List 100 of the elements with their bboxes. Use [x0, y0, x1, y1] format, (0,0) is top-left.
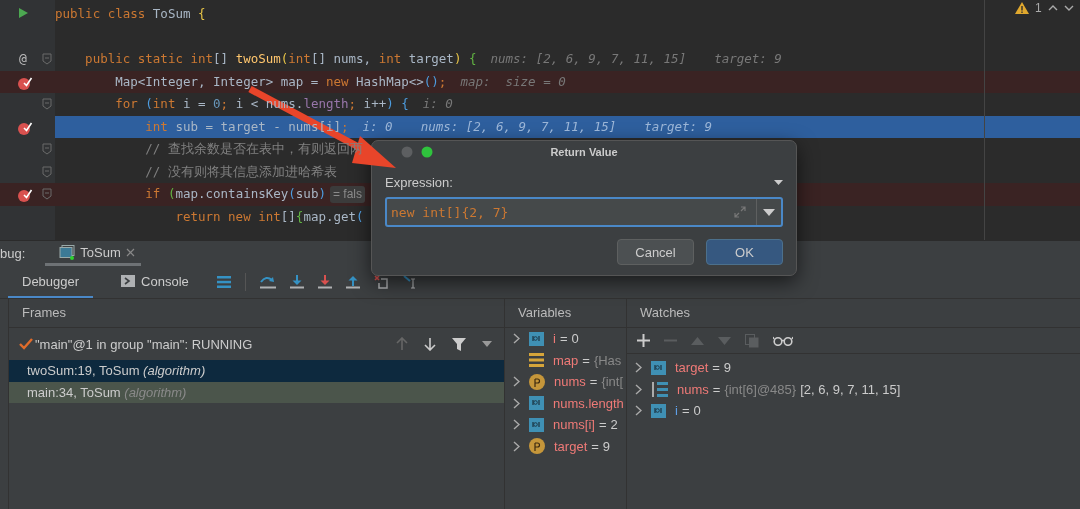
field-icon	[529, 331, 544, 346]
code-token: int	[152, 95, 177, 113]
step-over-icon[interactable]	[259, 275, 276, 289]
watch-entry[interactable]: nums = {int[6]@485} [2, 6, 9, 7, 11, 15]	[677, 381, 901, 397]
variable-entry[interactable]: nums.length	[553, 395, 624, 411]
dropdown-icon[interactable]	[763, 208, 775, 216]
session-tab[interactable]: ToSum	[45, 241, 141, 266]
code-token: HashMap<>	[356, 72, 424, 91]
add-icon[interactable]	[637, 334, 650, 347]
code-token: return new int	[174, 207, 281, 226]
list-icon	[529, 353, 544, 368]
watches-header: Watches	[627, 299, 1080, 328]
variable-entry[interactable]: nums[i] = 2	[553, 417, 618, 433]
code-token: length	[303, 95, 349, 113]
code-token: (	[167, 185, 176, 203]
expand-icon[interactable]	[635, 383, 642, 395]
drop-frame-icon[interactable]	[373, 275, 389, 289]
code-token: ;	[438, 72, 447, 91]
code-token: target	[408, 50, 454, 68]
code-token: public class	[55, 5, 147, 23]
watch-entry[interactable]: target = 9	[675, 360, 732, 376]
code-token: int	[378, 50, 403, 68]
code-token: ;	[341, 117, 349, 136]
code-token: )	[453, 50, 463, 68]
inline-value-hint: target: 9	[644, 117, 713, 136]
variable-entry[interactable]: nums = {int[	[554, 374, 624, 390]
parameter-icon	[529, 373, 545, 390]
expand-icon[interactable]	[635, 362, 642, 374]
code-token: sub	[295, 185, 319, 203]
override-marker[interactable]: @	[19, 51, 27, 66]
inline-value-hint: target: 9	[714, 50, 782, 68]
expand-icon[interactable]	[513, 333, 520, 345]
fold-icon[interactable]	[42, 188, 52, 200]
chevron-down-icon[interactable]	[1063, 4, 1074, 12]
breakpoint-icon[interactable]	[17, 187, 33, 203]
watch-entry[interactable]: i = 0	[675, 403, 701, 419]
window-icon	[59, 244, 76, 260]
code-token: int	[144, 117, 169, 136]
code-token: map.containsKey	[175, 185, 289, 203]
filter-icon[interactable]	[452, 337, 466, 351]
run-icon[interactable]	[17, 7, 29, 19]
cancel-button[interactable]: Cancel	[617, 239, 694, 265]
code-token: if	[144, 185, 162, 203]
code-token: ;	[220, 95, 230, 113]
field-icon	[529, 417, 544, 432]
code-token: map.get	[303, 207, 357, 226]
stack-frame[interactable]: twoSum:19, ToSum (algorithm)	[9, 360, 504, 382]
variable-entry[interactable]: map = {Has	[553, 352, 622, 368]
code-token: (	[288, 185, 296, 203]
code-token: {	[401, 95, 409, 113]
menu-icon[interactable]	[216, 276, 231, 288]
console-icon	[121, 275, 136, 287]
warning-count: 1	[1035, 1, 1042, 15]
warning-icon[interactable]	[1015, 2, 1029, 14]
code-token: ;	[348, 95, 358, 113]
caret-icon[interactable]	[774, 179, 783, 185]
panel-tab[interactable]: Debugger	[8, 266, 94, 298]
panel-tab[interactable]: Console	[107, 266, 203, 298]
run-to-cursor-icon[interactable]	[402, 275, 418, 289]
code-token: (	[280, 50, 289, 68]
code-token: i++	[363, 95, 387, 113]
code-token: []	[213, 50, 230, 68]
zoom-light-icon[interactable]	[421, 146, 433, 158]
glasses-icon[interactable]	[773, 335, 793, 346]
code-token: i =	[182, 95, 207, 113]
expand-icon[interactable]	[513, 440, 520, 452]
expand-icon[interactable]	[513, 376, 520, 388]
code-token: )	[386, 95, 395, 113]
arrow-down-icon[interactable]	[424, 337, 436, 351]
step-out-icon[interactable]	[345, 275, 360, 289]
code-token: ()	[423, 72, 439, 91]
code-token: public static int	[84, 50, 214, 68]
inline-value-hint: i: 0	[422, 95, 453, 113]
field-icon	[529, 396, 544, 411]
code-token: new	[325, 72, 350, 91]
expand-icon[interactable]	[513, 397, 520, 409]
code-token: (	[356, 207, 364, 226]
force-step-into-icon[interactable]	[317, 275, 332, 289]
inline-value-badge: = fals	[329, 185, 365, 203]
close-icon[interactable]	[125, 247, 135, 257]
chevron-up-icon[interactable]	[1047, 4, 1058, 12]
expand-icon[interactable]	[513, 419, 520, 431]
inline-value-hint: nums: [2, 6, 9, 7, 11, 15]	[490, 50, 687, 68]
ok-button[interactable]: OK	[706, 239, 783, 265]
code-token: int	[288, 50, 311, 68]
code-token: Map<Integer, Integer> map =	[114, 72, 320, 91]
inline-value-hint: i: 0	[362, 117, 393, 136]
stack-frame[interactable]: main:34, ToSum (algorithm)	[9, 381, 504, 403]
parameter-icon	[529, 438, 545, 455]
inline-value-hint: nums: [2, 6, 9, 7, 11, 15]	[420, 117, 617, 136]
field-icon	[651, 360, 666, 375]
dialog-title: Return Value	[550, 146, 618, 158]
step-into-icon[interactable]	[289, 275, 304, 289]
caret-icon[interactable]	[482, 341, 492, 347]
variable-entry[interactable]: target = 9	[554, 438, 611, 454]
code-token: {	[468, 50, 477, 68]
panel-title: bug:	[0, 246, 26, 261]
expand-icon[interactable]	[635, 405, 642, 417]
variable-entry[interactable]: i = 0	[553, 331, 579, 347]
code-token: for	[114, 95, 139, 113]
